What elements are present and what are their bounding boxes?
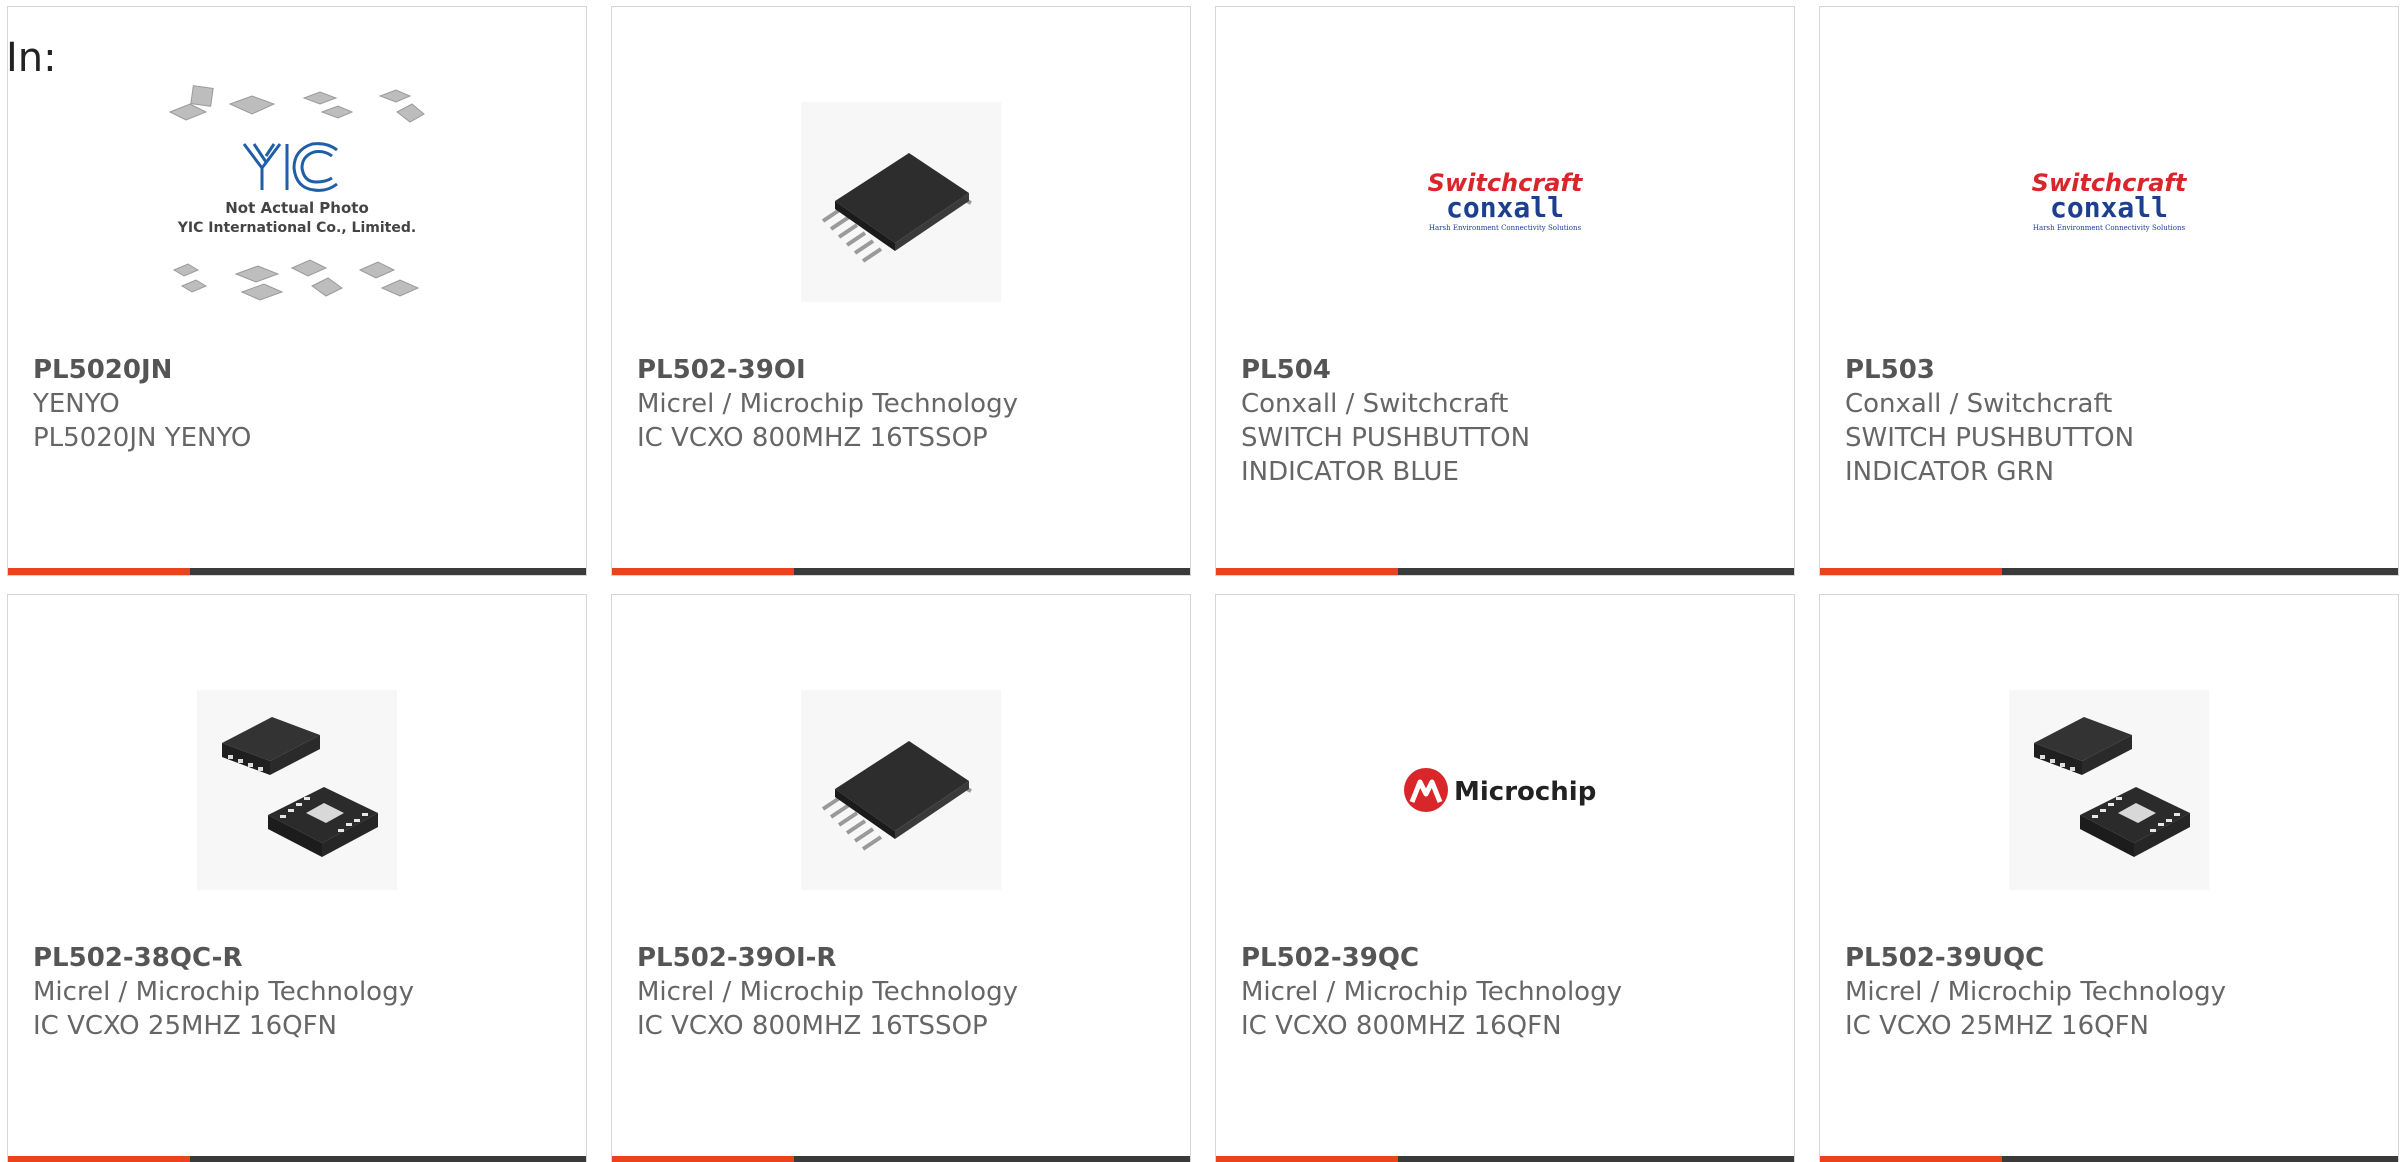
switchcraft-conxall-logo-icon: Switchcraft conxall Harsh Environment Co… <box>1428 169 1584 232</box>
product-card[interactable]: Switchcraft conxall Harsh Environment Co… <box>1215 6 1795 576</box>
placeholder-line2: YIC International Co., Limited. <box>177 220 416 236</box>
qfn-chip-icon <box>197 690 397 890</box>
not-actual-photo-icon: Not Actual Photo YIC International Co., … <box>168 85 425 301</box>
product-image <box>1820 645 2398 935</box>
description: IC VCXO 800MHZ 16TSSOP <box>637 423 988 453</box>
product-info: PL5020JN YENYO PL5020JN YENYO <box>33 353 566 455</box>
in-label: In: <box>6 35 57 81</box>
part-number[interactable]: PL503 <box>1845 353 2378 387</box>
product-card[interactable]: PL502-39UQC Micrel / Microchip Technolog… <box>1819 594 2399 1162</box>
product-image: Microchip <box>1216 645 1794 935</box>
product-card[interactable]: PL502-38QC-R Micrel / Microchip Technolo… <box>7 594 587 1162</box>
description: IC VCXO 800MHZ 16TSSOP <box>637 1011 988 1041</box>
description: SWITCH PUSHBUTTON <box>1845 423 2135 453</box>
product-card[interactable]: Not Actual Photo YIC International Co., … <box>7 6 587 576</box>
description-line2: INDICATOR BLUE <box>1241 457 1459 487</box>
card-footer-bar <box>612 568 1190 575</box>
product-image <box>612 57 1190 347</box>
description: SWITCH PUSHBUTTON <box>1241 423 1531 453</box>
manufacturer: YENYO <box>33 389 120 419</box>
svg-text:Harsh Environment Connectivity: Harsh Environment Connectivity Solutions <box>1429 224 1582 232</box>
card-footer-bar <box>1216 568 1794 575</box>
product-grid: Not Actual Photo YIC International Co., … <box>7 6 2400 1162</box>
product-info: PL502-39OI-R Micrel / Microchip Technolo… <box>637 941 1170 1043</box>
description: IC VCXO 25MHZ 16QFN <box>33 1011 338 1041</box>
product-info: PL504 Conxall / Switchcraft SWITCH PUSHB… <box>1241 353 1774 489</box>
card-footer-bar <box>1216 1156 1794 1162</box>
card-accent <box>612 568 794 575</box>
card-footer-bar <box>1820 568 2398 575</box>
svg-text:conxall: conxall <box>2050 191 2168 224</box>
manufacturer: Micrel / Microchip Technology <box>637 977 1018 1007</box>
card-accent <box>612 1156 794 1162</box>
manufacturer: Conxall / Switchcraft <box>1845 389 2113 419</box>
card-footer-bar <box>612 1156 1190 1162</box>
product-card[interactable]: PL502-39OI Micrel / Microchip Technology… <box>611 6 1191 576</box>
card-accent <box>8 568 190 575</box>
card-footer-bar <box>8 1156 586 1162</box>
card-footer-bar <box>1820 1156 2398 1162</box>
product-image: Switchcraft conxall Harsh Environment Co… <box>1216 57 1794 347</box>
manufacturer: Micrel / Microchip Technology <box>1241 977 1622 1007</box>
part-number[interactable]: PL5020JN <box>33 353 566 387</box>
description: IC VCXO 800MHZ 16QFN <box>1241 1011 1562 1041</box>
description: IC VCXO 25MHZ 16QFN <box>1845 1011 2150 1041</box>
switchcraft-conxall-logo-icon: Switchcraft conxall Harsh Environment Co… <box>2032 169 2188 232</box>
manufacturer: Micrel / Microchip Technology <box>33 977 414 1007</box>
card-accent <box>1820 1156 2002 1162</box>
tssop-chip-icon <box>801 690 1001 890</box>
product-card[interactable]: Microchip PL502-39QC Micrel / Microchip … <box>1215 594 1795 1162</box>
product-image: Not Actual Photo YIC International Co., … <box>8 57 586 347</box>
svg-text:conxall: conxall <box>1446 191 1564 224</box>
card-accent <box>8 1156 190 1162</box>
qfn-chip-icon <box>2009 690 2209 890</box>
card-footer-bar <box>8 568 586 575</box>
product-image: Switchcraft conxall Harsh Environment Co… <box>1820 57 2398 347</box>
manufacturer: Micrel / Microchip Technology <box>637 389 1018 419</box>
card-accent <box>1216 568 1398 575</box>
part-number[interactable]: PL504 <box>1241 353 1774 387</box>
product-card[interactable]: PL502-39OI-R Micrel / Microchip Technolo… <box>611 594 1191 1162</box>
product-info: PL502-38QC-R Micrel / Microchip Technolo… <box>33 941 566 1043</box>
card-accent <box>1820 568 2002 575</box>
product-image <box>612 645 1190 935</box>
microchip-logo-icon: Microchip <box>1404 768 1596 812</box>
part-number[interactable]: PL502-38QC-R <box>33 941 566 975</box>
svg-text:Harsh Environment Connectivity: Harsh Environment Connectivity Solutions <box>2033 224 2186 232</box>
svg-text:Microchip: Microchip <box>1454 777 1596 807</box>
product-info: PL503 Conxall / Switchcraft SWITCH PUSHB… <box>1845 353 2378 489</box>
description: PL5020JN YENYO <box>33 423 252 453</box>
part-number[interactable]: PL502-39OI-R <box>637 941 1170 975</box>
part-number[interactable]: PL502-39UQC <box>1845 941 2378 975</box>
manufacturer: Conxall / Switchcraft <box>1241 389 1509 419</box>
placeholder-line1: Not Actual Photo <box>225 199 369 217</box>
description-line2: INDICATOR GRN <box>1845 457 2055 487</box>
manufacturer: Micrel / Microchip Technology <box>1845 977 2226 1007</box>
part-number[interactable]: PL502-39OI <box>637 353 1170 387</box>
product-card[interactable]: Switchcraft conxall Harsh Environment Co… <box>1819 6 2399 576</box>
product-info: PL502-39OI Micrel / Microchip Technology… <box>637 353 1170 455</box>
card-accent <box>1216 1156 1398 1162</box>
product-info: PL502-39QC Micrel / Microchip Technology… <box>1241 941 1774 1043</box>
tssop-chip-icon <box>801 102 1001 302</box>
product-image <box>8 645 586 935</box>
product-info: PL502-39UQC Micrel / Microchip Technolog… <box>1845 941 2378 1043</box>
part-number[interactable]: PL502-39QC <box>1241 941 1774 975</box>
